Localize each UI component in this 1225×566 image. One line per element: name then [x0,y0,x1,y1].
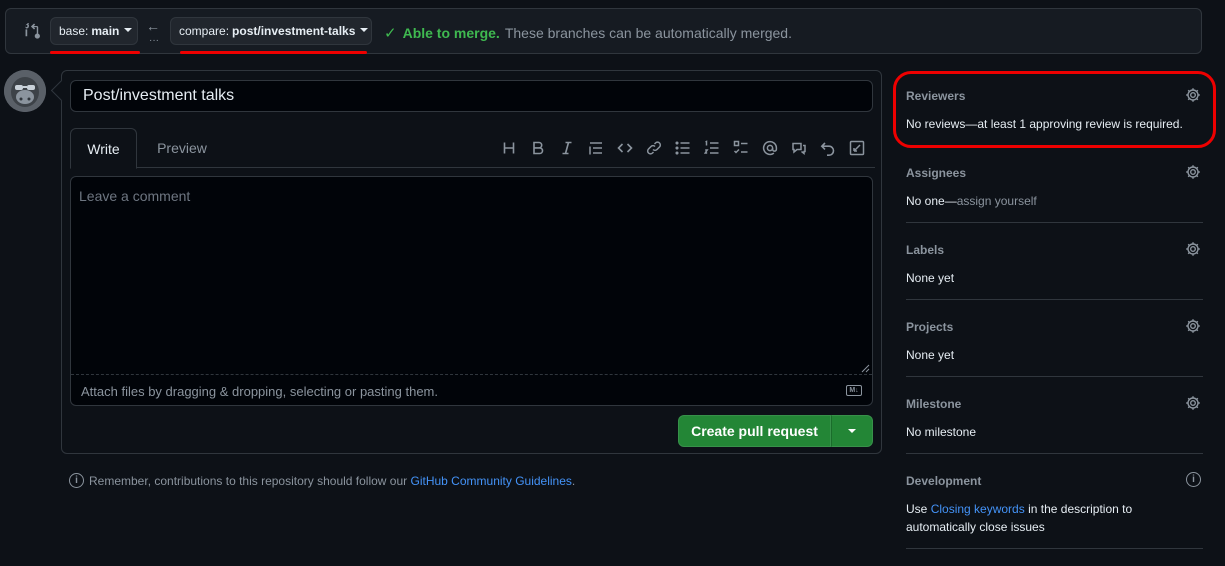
chevron-down-icon [360,28,369,32]
check-icon: ✓ [384,25,397,42]
attach-files-bar[interactable]: Attach files by dragging & dropping, sel… [71,376,872,406]
assignees-none: No one— [906,194,957,208]
annotation-underline-base [50,51,140,54]
compare-branch-select[interactable]: compare: post/investment-talks [170,17,372,45]
quote-icon[interactable] [581,137,610,159]
create-options-dropdown[interactable] [831,415,873,447]
task-list-icon[interactable] [726,137,755,159]
projects-heading[interactable]: Projects [906,320,953,334]
gear-icon[interactable] [1185,87,1201,103]
guidelines-prefix: Remember, contributions to this reposito… [89,473,408,488]
gear-icon[interactable] [1185,241,1201,257]
projects-body: None yet [906,348,955,362]
pull-request-form: Post/investment talks Write Preview Leav… [61,70,882,454]
development-heading: Development [906,474,982,488]
tab-write[interactable]: Write [70,128,137,169]
community-guidelines-link[interactable]: GitHub Community Guidelines [411,474,572,488]
attach-files-hint: Attach files by dragging & dropping, sel… [81,383,438,399]
sidebar-assignees: Assignees No one—assign yourself [906,164,1203,223]
link-icon[interactable] [639,137,668,159]
development-body: Use Closing keywords in the description … [906,500,1186,536]
labels-heading[interactable]: Labels [906,243,944,257]
merge-status: ✓ Able to merge. These branches can be a… [384,24,792,42]
compare-label: compare: [179,24,230,38]
compare-bar: base: main ← ··· compare: post/investmen… [5,8,1202,54]
base-label: base: [59,24,89,38]
closing-keywords-link[interactable]: Closing keywords [931,502,1025,516]
title-input[interactable]: Post/investment talks [70,80,873,112]
arrow-left-icon: ← [146,18,160,34]
guidelines-suffix: . [571,473,576,488]
gear-icon[interactable] [1185,395,1201,411]
ordered-list-icon[interactable] [697,137,726,159]
assign-yourself-link[interactable]: assign yourself [957,194,1037,208]
mention-icon[interactable] [755,137,784,159]
merge-ok-text: Able to merge. [402,25,500,41]
comment-textarea[interactable]: Leave a comment [71,177,872,375]
base-branch-select[interactable]: base: main [50,17,138,45]
ellipsis-icon: ··· [149,35,159,46]
sidebar-development: Development i Use Closing keywords in th… [906,472,1203,549]
italic-icon[interactable] [552,137,581,159]
fullscreen-icon[interactable] [842,137,871,159]
avatar[interactable] [4,70,46,112]
reviewers-heading[interactable]: Reviewers [906,89,965,103]
merge-description: These branches can be automatically merg… [504,25,792,41]
labels-body: None yet [906,271,955,285]
assignees-heading[interactable]: Assignees [906,166,966,180]
editor-tabs: Write Preview [70,128,875,169]
markdown-icon[interactable]: M↓ [846,385,862,396]
compare-value: post/investment-talks [232,24,356,38]
avatar-image-icon [4,70,46,112]
sidebar-milestone: Milestone No milestone [906,395,1203,454]
reviewers-body: No reviews—at least 1 approving review i… [906,117,1183,131]
cross-reference-icon[interactable] [784,137,813,159]
info-icon[interactable]: i [1186,472,1201,487]
annotation-underline-compare [180,51,367,54]
create-pull-request-button[interactable]: Create pull request [678,415,831,447]
sidebar-labels: Labels None yet [906,241,1203,300]
code-icon[interactable] [610,137,639,159]
unordered-list-icon[interactable] [668,137,697,159]
undo-icon[interactable] [813,137,842,159]
markdown-toolbar [494,137,871,159]
gear-icon[interactable] [1185,164,1201,180]
chevron-down-icon [848,429,856,433]
chevron-down-icon [124,28,133,32]
assignees-body: No one—assign yourself [906,192,1186,210]
resize-grip-icon[interactable] [860,363,870,373]
gear-icon[interactable] [1185,318,1201,334]
heading-icon[interactable] [494,137,523,159]
compare-arrows-icon [25,23,40,39]
comment-box: Leave a comment Attach files by dragging… [70,176,873,406]
tab-preview[interactable]: Preview [148,128,216,168]
milestone-body: No milestone [906,425,977,439]
milestone-heading[interactable]: Milestone [906,397,961,411]
guidelines-note: i Remember, contributions to this reposi… [69,473,575,488]
sidebar-reviewers: Reviewers No reviews—at least 1 approvin… [906,87,1203,146]
info-icon: i [69,473,84,488]
bold-icon[interactable] [523,137,552,159]
sidebar-projects: Projects None yet [906,318,1203,377]
development-prefix: Use [906,502,928,516]
create-pr-button-group: Create pull request [678,415,873,447]
base-value: main [91,24,120,38]
